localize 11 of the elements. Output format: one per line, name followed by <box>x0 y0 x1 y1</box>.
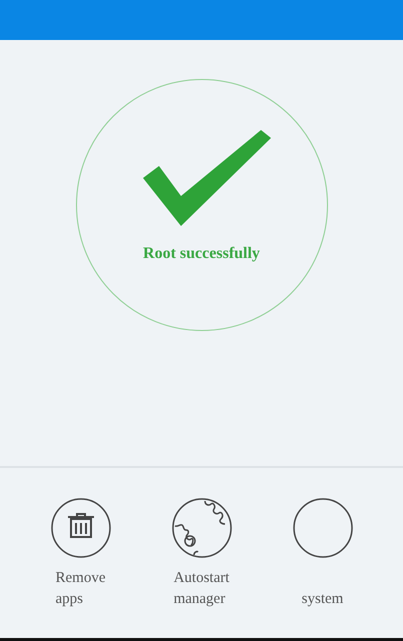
status-message: Root successfully <box>143 244 260 264</box>
gears-icon <box>172 498 232 558</box>
trash-icon <box>50 498 110 558</box>
checkmark-icon <box>142 130 270 228</box>
action-label: Autostart manager <box>174 569 230 609</box>
action-button[interactable]: Autostart manager <box>152 498 252 638</box>
action-button[interactable]: Remove apps <box>30 498 130 638</box>
action-button[interactable]: system <box>272 498 372 638</box>
circle-icon <box>292 498 352 558</box>
action-label: Remove apps <box>56 569 106 609</box>
action-label: system <box>302 590 344 609</box>
